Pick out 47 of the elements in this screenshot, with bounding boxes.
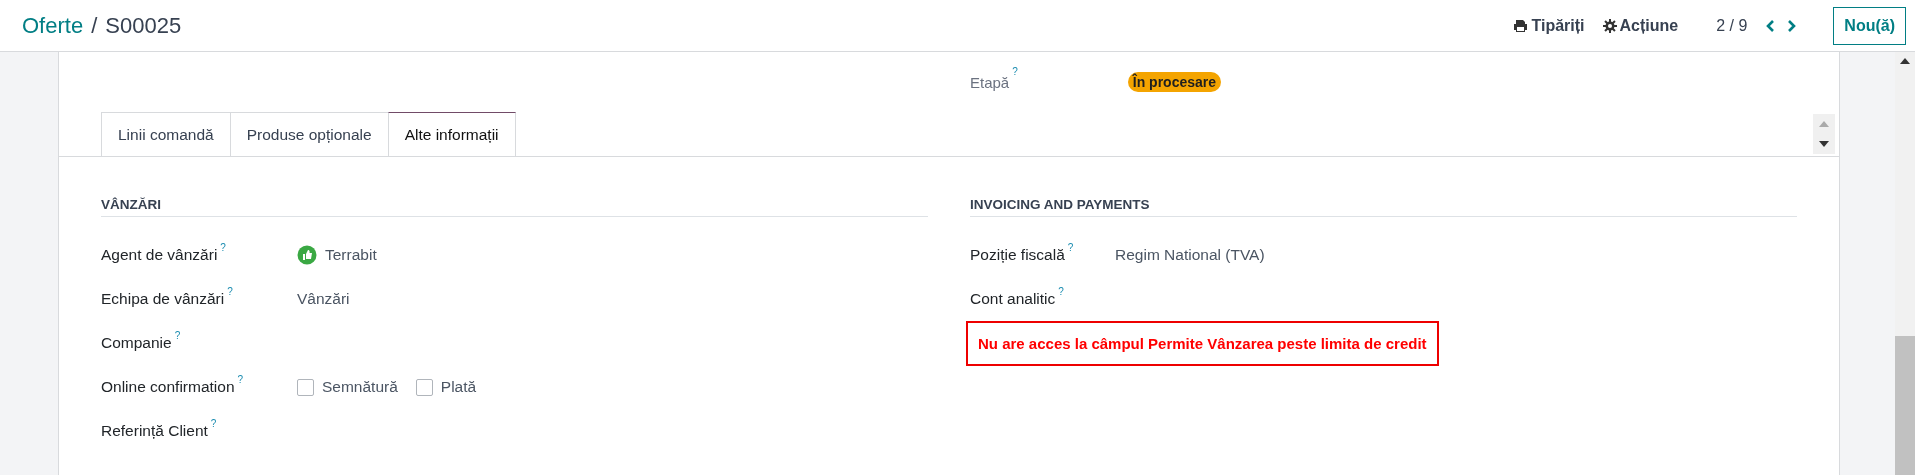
field-label: Poziție fiscală: [970, 246, 1065, 264]
chevron-left-icon: [1765, 18, 1776, 33]
new-button[interactable]: Nou(ă): [1833, 6, 1906, 45]
pager: 2 / 9: [1716, 16, 1748, 35]
field-value: Terrabit: [325, 246, 377, 264]
help-mark[interactable]: ?: [1067, 242, 1074, 253]
field-label: Etapă: [970, 73, 1010, 91]
checkbox[interactable]: [415, 378, 433, 396]
avatar-icon: [297, 245, 317, 265]
help-mark[interactable]: ?: [237, 374, 244, 385]
section-title: VÂNZĂRI: [101, 197, 928, 217]
field-label: Agent de vânzări: [101, 246, 218, 264]
scroll-up-icon: [1900, 58, 1910, 64]
tab[interactable]: Linii comandă: [101, 112, 231, 156]
help-mark[interactable]: ?: [1058, 286, 1064, 297]
error-message: Nu are acces la câmpul Permite Vânzarea peste limita de credit: [966, 321, 1439, 366]
status-badge: În procesare: [1127, 72, 1222, 92]
field-label: Echipa de vânzări: [101, 290, 225, 308]
scrollbar[interactable]: [1895, 52, 1915, 475]
section-title: INVOICING AND PAYMENTS: [970, 197, 1797, 217]
scroll-up-icon: [1819, 121, 1829, 127]
record-title: S00025: [105, 12, 182, 39]
scrollbar-thumb[interactable]: [1895, 336, 1915, 475]
scroll-down-icon: [1819, 141, 1829, 147]
help-mark[interactable]: ?: [227, 286, 233, 297]
field-label: Companie: [101, 334, 172, 352]
gear-icon: [1602, 18, 1617, 33]
checkbox[interactable]: [297, 378, 314, 396]
scroll-arrows[interactable]: [1813, 114, 1835, 154]
breadcrumb-link[interactable]: Oferte: [22, 12, 84, 39]
field-value: Vânzări: [297, 290, 350, 308]
action-button[interactable]: Acțiune: [1602, 16, 1679, 35]
help-mark[interactable]: ?: [220, 242, 226, 253]
print-button[interactable]: Tipăriți: [1513, 16, 1585, 35]
checkbox-label: Semnătură: [322, 378, 398, 396]
breadcrumb-separator: /: [91, 12, 98, 39]
field-value: Regim National (TVA): [1115, 246, 1265, 264]
field-label: Cont analitic: [970, 290, 1056, 308]
printer-icon: [1513, 18, 1529, 33]
field-label: Online confirmation: [101, 378, 235, 396]
checkbox-label: Plată: [440, 378, 477, 396]
help-mark[interactable]: ?: [174, 330, 181, 341]
help-mark[interactable]: ?: [210, 418, 217, 429]
field-label: Referință Client: [101, 422, 208, 440]
tab[interactable]: Alte informații: [387, 112, 516, 156]
chevron-right-icon: [1787, 18, 1798, 33]
help-mark[interactable]: ?: [1012, 66, 1018, 77]
